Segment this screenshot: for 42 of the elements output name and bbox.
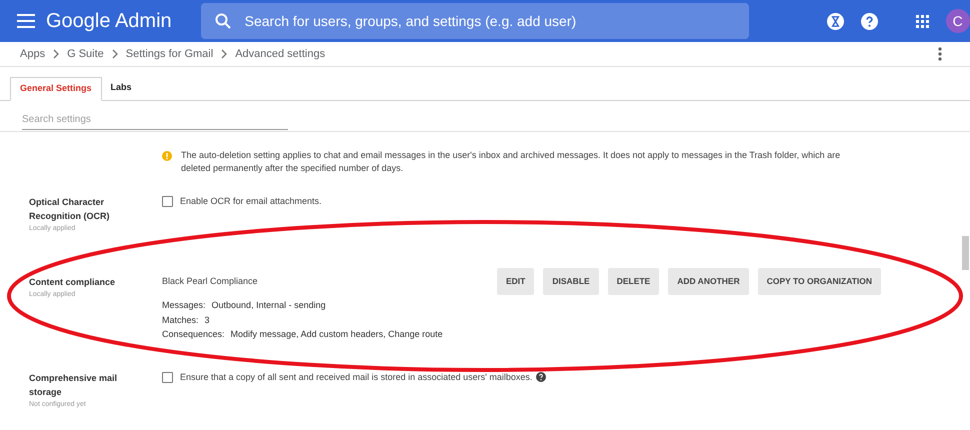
help-icon[interactable] bbox=[860, 12, 878, 30]
tab[interactable]: Labs bbox=[102, 76, 141, 100]
detail-label: Messages: bbox=[162, 299, 206, 312]
info-note: The auto-deletion setting applies to chat and email messages in the user's inbox and archived messages. It does not apply to messages in the Trash folder, which are deleted permanently after the specified number of days. bbox=[181, 149, 841, 175]
help-icon[interactable] bbox=[536, 372, 546, 382]
action-button[interactable]: DISABLE bbox=[543, 268, 599, 295]
checkbox[interactable] bbox=[162, 372, 173, 383]
search-icon bbox=[214, 13, 231, 29]
action-button[interactable]: COPY TO ORGANIZATION bbox=[758, 268, 882, 295]
scrollbar-thumb[interactable] bbox=[962, 236, 969, 270]
chevron-icon bbox=[110, 49, 120, 59]
action-button[interactable]: ADD ANOTHER bbox=[668, 268, 749, 295]
search-field[interactable]: Search for users, groups, and settings (e.g. add user) bbox=[200, 3, 749, 39]
settings-search-field[interactable]: Search settings bbox=[22, 110, 288, 130]
detail-value: Outbound, Internal - sending bbox=[212, 299, 326, 312]
menu-icon[interactable] bbox=[17, 14, 35, 28]
more-vertical-icon[interactable] bbox=[938, 47, 942, 61]
breadcrumb-link[interactable]: Apps bbox=[20, 46, 46, 62]
breadcrumb-link[interactable]: G Suite bbox=[67, 46, 104, 62]
tab[interactable]: General Settings bbox=[10, 77, 102, 101]
rule-name: Black Pearl Compliance bbox=[162, 275, 259, 288]
action-button[interactable]: DELETE bbox=[608, 268, 660, 295]
checkbox-label: Ensure that a copy of all sent and received mail is stored in associated users' mailboxes. bbox=[180, 371, 532, 384]
hourglass-icon[interactable] bbox=[826, 12, 844, 30]
action-button[interactable]: EDIT bbox=[497, 268, 534, 295]
chevron-icon bbox=[51, 49, 62, 59]
warning-icon bbox=[162, 151, 172, 161]
checkbox-label: Enable OCR for email attachments. bbox=[180, 195, 322, 208]
detail-label: Consequences: bbox=[162, 328, 225, 341]
setting-title: Comprehensive mail storage bbox=[29, 372, 118, 399]
detail-value: 3 bbox=[204, 314, 210, 326]
chevron-icon bbox=[219, 49, 230, 59]
product-title: Google Admin bbox=[46, 9, 172, 34]
detail-label: Matches: bbox=[162, 314, 199, 326]
detail-value: Modify message, Add custom headers, Change route bbox=[230, 328, 443, 341]
setting-title: Content compliance bbox=[29, 276, 116, 289]
apps-grid-icon[interactable] bbox=[916, 14, 929, 28]
breadcrumb-link[interactable]: Settings for Gmail bbox=[126, 46, 214, 62]
breadcrumb-link[interactable]: Advanced settings bbox=[235, 46, 326, 62]
avatar[interactable]: C bbox=[946, 9, 970, 33]
checkbox[interactable] bbox=[162, 196, 173, 207]
setting-title: Optical Character Recognition (OCR) bbox=[29, 196, 110, 223]
